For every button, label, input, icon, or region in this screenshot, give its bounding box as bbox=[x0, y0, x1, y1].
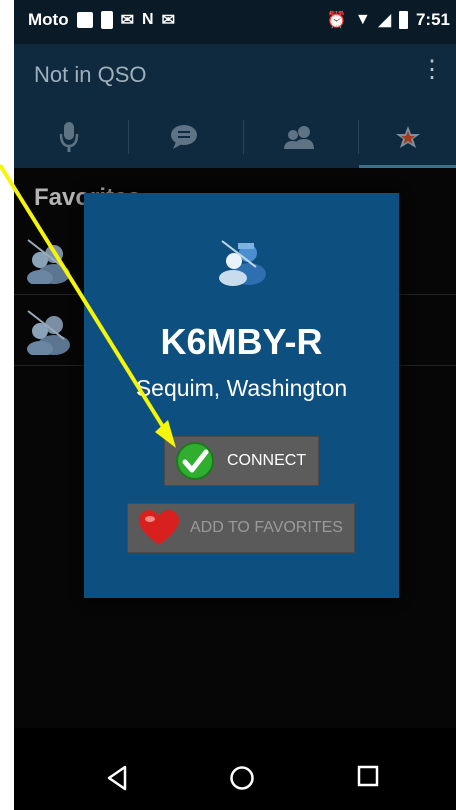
battery-icon bbox=[398, 11, 408, 29]
repeater-icon bbox=[27, 310, 70, 355]
callsign-title: K6MBY-R bbox=[160, 321, 323, 362]
image-notification-icon bbox=[76, 12, 93, 28]
home-icon[interactable] bbox=[229, 765, 255, 791]
overflow-menu-icon[interactable]: ⋮ bbox=[420, 58, 444, 82]
navigation-bar bbox=[14, 755, 456, 810]
back-icon[interactable] bbox=[106, 765, 128, 791]
status-bar: Moto ✉ N ✉ ⏰ ▼ ◢ 7:51 bbox=[14, 0, 456, 44]
add-to-favorites-label: ADD TO FAVORITES bbox=[190, 519, 343, 536]
connect-button[interactable]: CONNECT bbox=[164, 436, 319, 486]
phone-screen: Moto ✉ N ✉ ⏰ ▼ ◢ 7:51 Not in QSO ⋮ K6MBY… bbox=[14, 0, 456, 810]
add-to-favorites-button[interactable]: ADD TO FAVORITES bbox=[127, 503, 355, 553]
star-icon bbox=[395, 126, 420, 148]
gmail-icon: ✉ bbox=[120, 12, 134, 29]
wifi-icon: ▼ bbox=[354, 11, 371, 28]
status-left: Moto ✉ N ✉ bbox=[28, 10, 175, 30]
tab-favorites[interactable] bbox=[359, 106, 456, 168]
connect-label: CONNECT bbox=[227, 452, 307, 469]
status-right: ⏰ ▼ ◢ 7:51 bbox=[327, 10, 450, 30]
repeater-dialog: K6MBY-R Sequim, Washington CONNECT ADD T… bbox=[84, 193, 399, 598]
chat-icon bbox=[171, 125, 197, 149]
tab-microphone[interactable] bbox=[14, 106, 124, 168]
app-bar: Not in QSO ⋮ bbox=[14, 44, 456, 106]
signal-icon: ◢ bbox=[378, 12, 391, 29]
repeater-icon bbox=[27, 239, 70, 284]
phone-notification-icon bbox=[100, 11, 113, 29]
heart-icon bbox=[139, 510, 179, 545]
clock-label: 7:51 bbox=[415, 10, 450, 29]
gmail-icon-2: ✉ bbox=[161, 12, 175, 29]
tab-bar bbox=[14, 106, 456, 168]
n-notification-icon: N bbox=[142, 11, 154, 28]
repeater-icon bbox=[219, 240, 266, 286]
app-title: Not in QSO bbox=[34, 62, 147, 87]
location-label: Sequim, Washington bbox=[135, 375, 348, 401]
checkmark-icon bbox=[176, 442, 214, 480]
tab-people[interactable] bbox=[244, 106, 354, 168]
recents-icon[interactable] bbox=[357, 765, 379, 787]
carrier-label: Moto bbox=[28, 10, 69, 29]
tab-chat[interactable] bbox=[129, 106, 239, 168]
microphone-icon bbox=[59, 122, 79, 152]
people-icon bbox=[284, 126, 314, 149]
alarm-icon: ⏰ bbox=[326, 12, 347, 29]
